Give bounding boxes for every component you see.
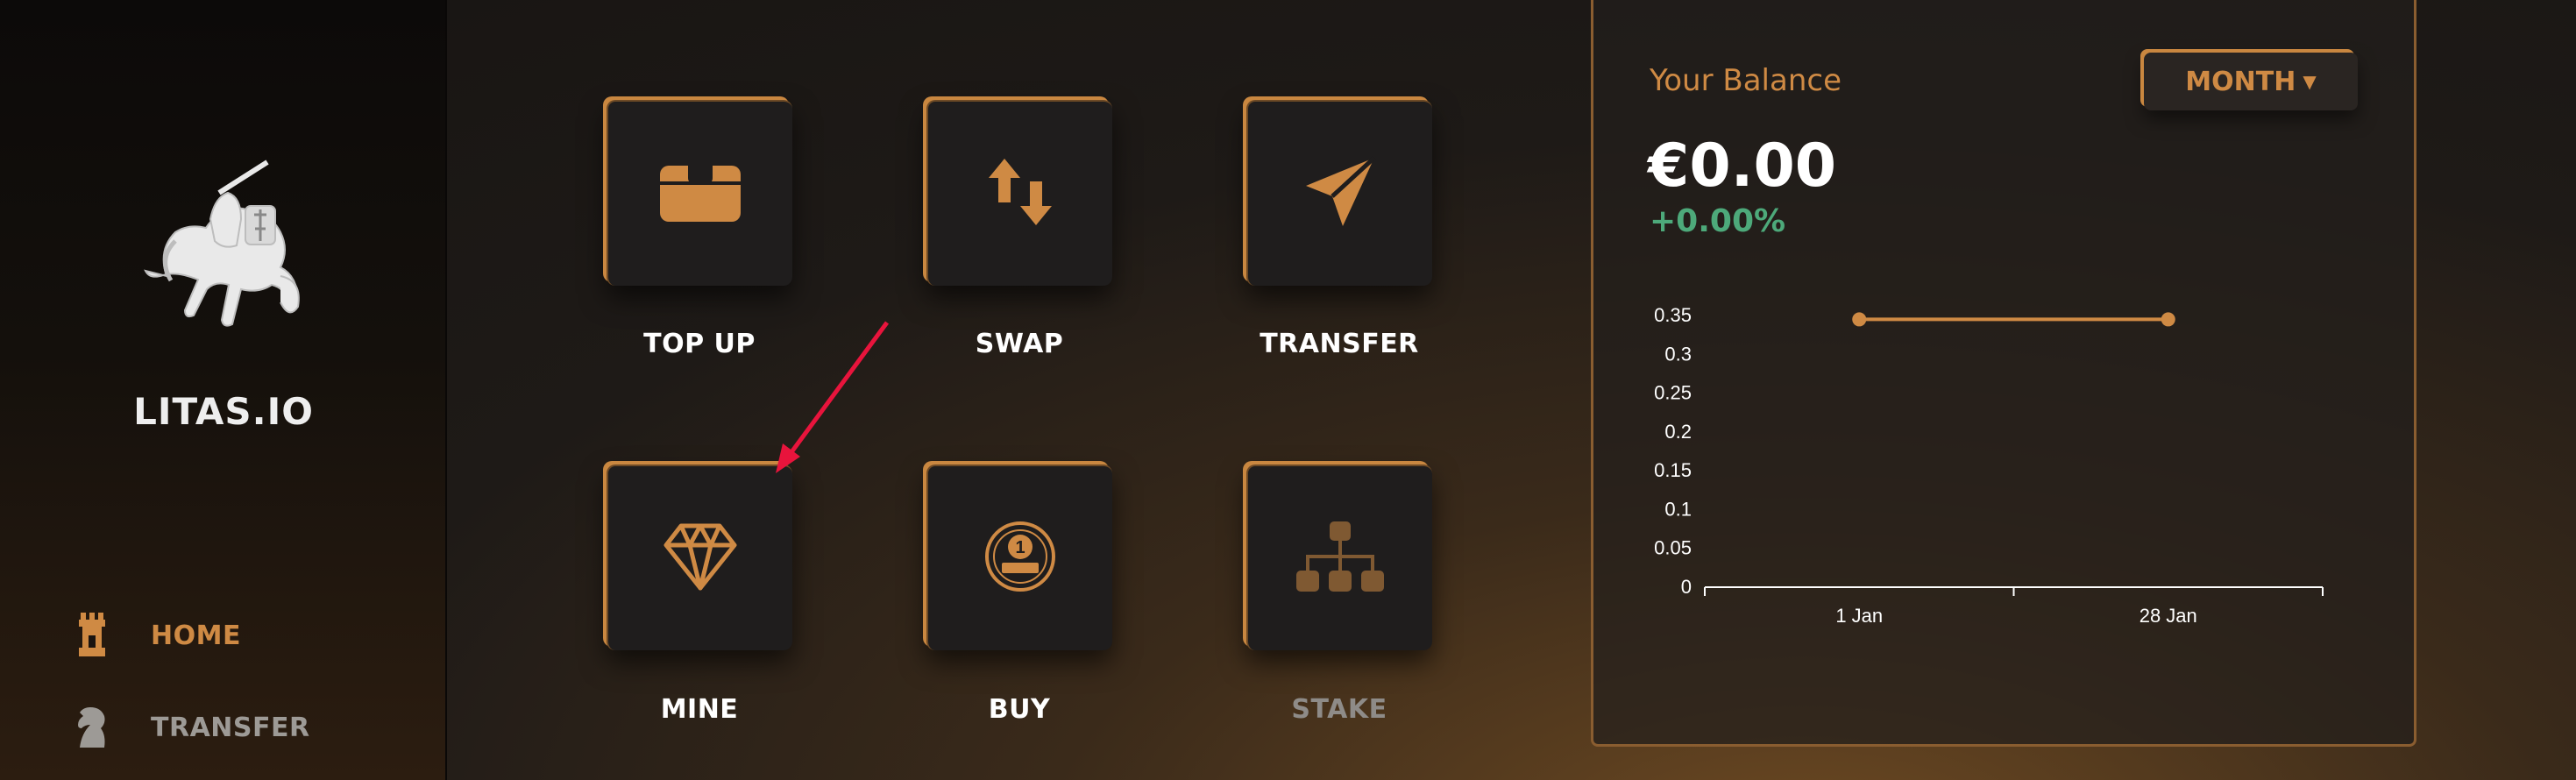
balance-change: +0.00%: [1650, 203, 1786, 239]
y-tick-label: 0.05: [1654, 537, 1692, 559]
y-tick-label: 0: [1681, 576, 1692, 598]
caret-down-icon: ▼: [2303, 71, 2317, 92]
y-tick-label: 0.15: [1654, 459, 1692, 481]
y-tick-label: 0.3: [1664, 343, 1692, 365]
balance-amount: €0.00: [1648, 131, 1837, 201]
y-tick-label: 0.1: [1664, 498, 1692, 520]
x-tick-label: 1 Jan: [1835, 605, 1883, 622]
y-tick-label: 0.25: [1654, 382, 1692, 404]
period-dropdown[interactable]: MONTH ▼: [2144, 53, 2358, 110]
data-point: [2161, 312, 2175, 327]
y-tick-label: 0.2: [1664, 421, 1692, 443]
data-point: [1852, 312, 1867, 327]
x-tick-label: 28 Jan: [2140, 605, 2197, 622]
balance-chart: 0.35 0.3 0.25 0.2 0.15 0.1 0.05 0 1 Jan 28 Jan: [1654, 304, 2324, 622]
period-label: MONTH: [2185, 66, 2296, 97]
y-tick-label: 0.35: [1654, 304, 1692, 326]
balance-title: Your Balance: [1650, 63, 1842, 98]
